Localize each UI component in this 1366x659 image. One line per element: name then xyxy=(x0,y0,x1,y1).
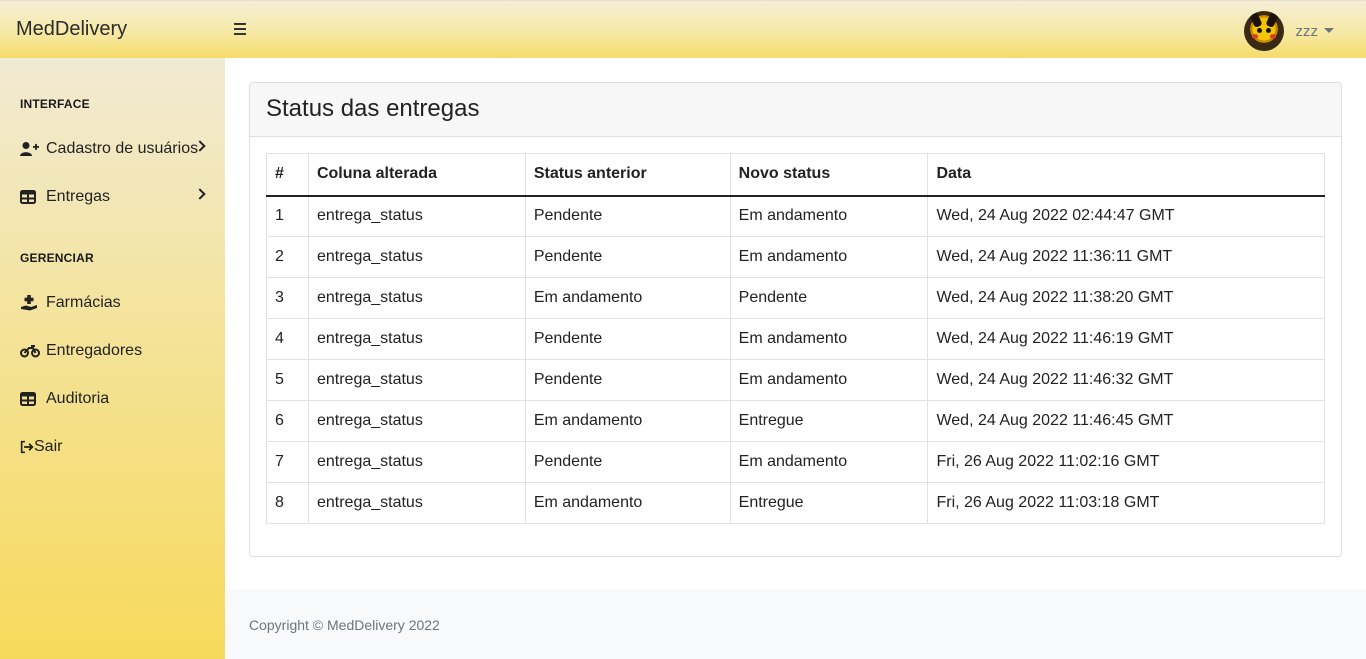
table-cell: entrega_status xyxy=(307,277,526,319)
sidebar-item-label: Auditoria xyxy=(46,390,110,407)
table-cell: 6 xyxy=(266,400,309,442)
table-cell: 3 xyxy=(266,277,309,319)
table-row: 2 entrega_status Pendente Em andamento Wed, … xyxy=(266,236,1325,278)
sidebar-heading-interface: INTERFACE xyxy=(20,97,90,111)
main-content: Status das entregas # Coluna alterada Stat… xyxy=(225,58,1366,590)
column-header: Coluna alterada xyxy=(307,153,526,197)
table-cell: Pendente xyxy=(524,359,731,401)
column-header: Novo status xyxy=(729,153,929,197)
sidebar-item-cadastro-usuarios[interactable]: Cadastro de usuários xyxy=(20,137,210,161)
table-cell: Pendente xyxy=(524,441,731,483)
user-menu[interactable]: zzz xyxy=(1243,11,1334,51)
table-cell: 7 xyxy=(266,441,309,483)
table-cell: 4 xyxy=(266,318,309,360)
topbar: MedDelivery zzz xyxy=(0,0,1366,58)
table-row: 5 entrega_status Pendente Em andamento Wed, … xyxy=(266,359,1325,401)
table-icon xyxy=(20,391,40,407)
table-cell: 1 xyxy=(266,195,309,237)
column-header: Data xyxy=(927,153,1325,197)
hand-holding-medical-icon xyxy=(20,295,40,311)
sidebar-heading-gerenciar: GERENCIAR xyxy=(20,251,94,265)
sidebar-item-label: Entregadores xyxy=(46,342,143,359)
table-cell: Wed, 24 Aug 2022 11:36:11 GMT xyxy=(927,236,1325,278)
card-header: Status das entregas xyxy=(250,83,1341,137)
table-header-row: # Coluna alterada Status anterior Novo stat… xyxy=(266,153,1325,197)
avatar[interactable] xyxy=(1243,11,1284,51)
sidebar-item-auditoria[interactable]: Auditoria xyxy=(20,387,210,411)
sidebar-item-entregadores[interactable]: Entregadores xyxy=(20,339,210,363)
table-cell: 5 xyxy=(266,359,309,401)
table-cell: Em andamento xyxy=(729,195,929,237)
status-table: # Coluna alterada Status anterior Novo stat… xyxy=(266,153,1325,524)
menu-toggle-icon[interactable] xyxy=(231,19,249,39)
table-cell: Em andamento xyxy=(729,236,929,278)
table-cell: Wed, 24 Aug 2022 11:38:20 GMT xyxy=(927,277,1325,319)
table-cell: Em andamento xyxy=(729,318,929,360)
brand-title[interactable]: MedDelivery xyxy=(16,18,127,41)
table-row: 7 entrega_status Pendente Em andamento Fri, … xyxy=(266,441,1325,483)
user-plus-icon xyxy=(20,141,40,157)
table-cell: entrega_status xyxy=(307,195,526,237)
sidebar-item-label: Cadastro de usuários xyxy=(46,140,199,157)
table-cell: Em andamento xyxy=(524,277,731,319)
sidebar-item-label: Sair xyxy=(34,438,63,455)
column-header: Status anterior xyxy=(524,153,731,197)
table-cell: Entregue xyxy=(729,482,929,524)
table-cell: Wed, 24 Aug 2022 11:46:19 GMT xyxy=(927,318,1325,360)
table-cell: entrega_status xyxy=(307,482,526,524)
table-row: 3 entrega_status Em andamento Pendente Wed, … xyxy=(266,277,1325,319)
sign-out-icon xyxy=(20,439,34,455)
table-cell: Em andamento xyxy=(524,482,731,524)
table-cell: Em andamento xyxy=(729,359,929,401)
table-cell: Pendente xyxy=(524,318,731,360)
table-row: 4 entrega_status Pendente Em andamento Wed, … xyxy=(266,318,1325,360)
caret-down-icon[interactable] xyxy=(1324,27,1334,33)
table-cell: Pendente xyxy=(524,236,731,278)
table-row: 6 entrega_status Em andamento Entregue Wed, … xyxy=(266,400,1325,442)
table-icon xyxy=(20,189,40,205)
chevron-right-icon xyxy=(194,188,206,200)
table-cell: Wed, 24 Aug 2022 11:46:45 GMT xyxy=(927,400,1325,442)
table-cell: Pendente xyxy=(524,195,731,237)
table-cell: entrega_status xyxy=(307,236,526,278)
table-cell: Fri, 26 Aug 2022 11:03:18 GMT xyxy=(927,482,1325,524)
table-cell: Fri, 26 Aug 2022 11:02:16 GMT xyxy=(927,441,1325,483)
username[interactable]: zzz xyxy=(1296,23,1319,40)
table-cell: entrega_status xyxy=(307,318,526,360)
motorcycle-icon xyxy=(20,343,40,359)
table-cell: Pendente xyxy=(729,277,929,319)
table-cell: entrega_status xyxy=(307,441,526,483)
table-cell: Em andamento xyxy=(729,441,929,483)
table-cell: Wed, 24 Aug 2022 11:46:32 GMT xyxy=(927,359,1325,401)
table-cell: entrega_status xyxy=(307,359,526,401)
table-cell: 2 xyxy=(266,236,309,278)
column-header: # xyxy=(266,153,309,197)
sidebar-item-label: Farmácias xyxy=(46,294,121,311)
table-cell: Entregue xyxy=(729,400,929,442)
sidebar-item-label: Entregas xyxy=(46,188,111,205)
sidebar-item-farmacias[interactable]: Farmácias xyxy=(20,291,210,315)
table-row: 1 entrega_status Pendente Em andamento Wed, … xyxy=(266,195,1325,237)
copyright-text: Copyright © MedDelivery 2022 xyxy=(249,617,440,633)
table-cell: 8 xyxy=(266,482,309,524)
sidebar: INTERFACE Cadastro de usuários Entregas … xyxy=(0,58,225,659)
table-cell: Em andamento xyxy=(524,400,731,442)
table-cell: Wed, 24 Aug 2022 02:44:47 GMT xyxy=(927,195,1325,237)
page-title: Status das entregas xyxy=(266,95,480,122)
sidebar-item-sair[interactable]: Sair xyxy=(20,435,210,459)
table-row: 8 entrega_status Em andamento Entregue Fri, … xyxy=(266,482,1325,524)
footer: Copyright © MedDelivery 2022 xyxy=(225,590,1366,659)
sidebar-item-entregas[interactable]: Entregas xyxy=(20,185,210,209)
table-cell: entrega_status xyxy=(307,400,526,442)
status-card: Status das entregas # Coluna alterada Stat… xyxy=(249,82,1342,557)
